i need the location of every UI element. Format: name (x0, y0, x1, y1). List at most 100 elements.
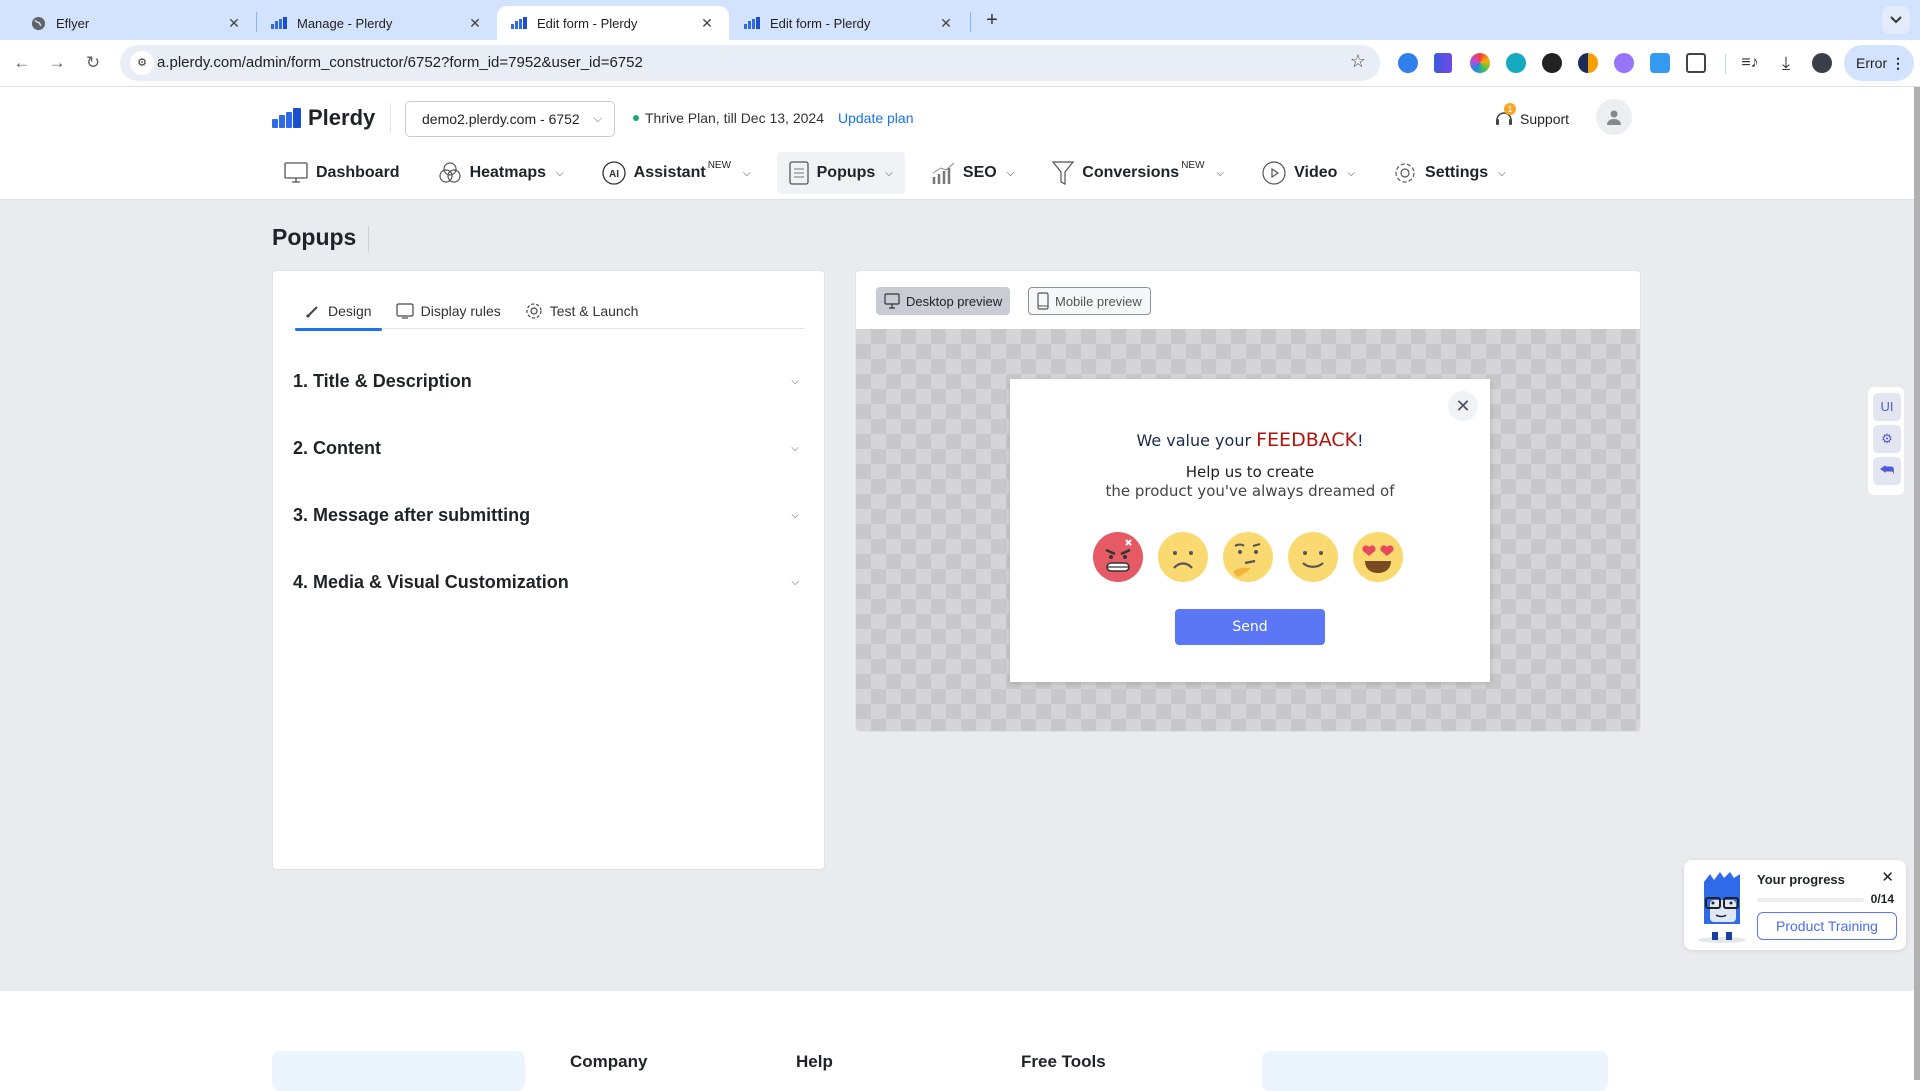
plerdy-icon (271, 15, 287, 31)
ui-button[interactable]: UI (1873, 393, 1901, 421)
plerdy-extension-icon[interactable] (1434, 53, 1452, 73)
send-button[interactable]: Send (1175, 609, 1325, 645)
reload-button[interactable]: ↻ (79, 49, 107, 77)
chart-icon (931, 161, 955, 185)
browser-tab-active[interactable]: Edit form - Plerdy ✕ (497, 6, 729, 40)
close-icon[interactable]: ✕ (1448, 391, 1478, 421)
thinking-emoji-icon[interactable] (1223, 532, 1273, 582)
product-training-button[interactable]: Product Training (1757, 912, 1897, 940)
nav-seo[interactable]: SEO ⌵ (919, 152, 1026, 194)
extension-icon[interactable] (1578, 53, 1598, 73)
update-plan-link[interactable]: Update plan (838, 110, 914, 126)
support-badge: 1 (1504, 103, 1516, 115)
tab-test-launch[interactable]: Test & Launch (515, 293, 649, 329)
profile-avatar[interactable] (1812, 53, 1832, 73)
nav-assistant[interactable]: AI Assistant NEW ⌵ (590, 152, 763, 194)
browser-error-button[interactable]: Error ⋮ (1844, 45, 1914, 81)
close-tab-icon[interactable]: ✕ (699, 15, 715, 32)
mobile-icon (1037, 292, 1049, 310)
document-icon (788, 161, 809, 185)
floating-toolbar: UI ⚙ ⮪ (1868, 387, 1904, 495)
plan-status: Thrive Plan, till Dec 13, 2024 Update pl… (633, 110, 914, 126)
progress-count: 0/14 (1870, 892, 1894, 906)
browser-tab[interactable]: Eflyer ✕ (16, 6, 256, 40)
close-tab-icon[interactable]: ✕ (938, 15, 954, 32)
nav-dashboard[interactable]: Dashboard (272, 152, 412, 194)
main-nav: Dashboard Heatmaps ⌵ AI Assistant NEW ⌵ … (272, 150, 1532, 196)
nav-popups[interactable]: Popups ⌵ (776, 152, 905, 194)
new-badge: NEW (707, 159, 732, 171)
tab-title: Edit form - Plerdy (770, 15, 871, 31)
funnel-icon (1052, 161, 1075, 185)
site-info-icon[interactable]: ⚙ (130, 51, 154, 75)
drop-extension-icon[interactable] (1614, 53, 1634, 73)
smile-emoji-icon[interactable] (1288, 532, 1338, 582)
plerdy-logo[interactable]: Plerdy (272, 105, 375, 131)
back-button[interactable]: ← (8, 49, 36, 77)
address-bar[interactable]: ⚙ a.plerdy.com/admin/form_constructor/67… (120, 45, 1380, 81)
chevron-down-icon: ⌵ (556, 167, 564, 179)
desktop-icon (884, 293, 900, 309)
desktop-preview-button[interactable]: Desktop preview (876, 287, 1011, 315)
close-tab-icon[interactable]: ✕ (467, 15, 483, 32)
app-header: Plerdy demo2.plerdy.com - 6752 ⌵ Thrive … (0, 87, 1914, 200)
svg-text:AI: AI (609, 169, 619, 180)
plerdy-logo-icon (272, 108, 301, 128)
color-extension-icon[interactable] (1470, 53, 1490, 73)
nav-settings[interactable]: Settings ⌵ (1381, 152, 1518, 194)
mobile-preview-button[interactable]: Mobile preview (1028, 287, 1151, 315)
settings-gear-icon[interactable]: ⚙ (1873, 425, 1901, 453)
footer-card (1262, 1051, 1608, 1091)
user-avatar[interactable] (1596, 99, 1632, 135)
new-tab-button[interactable]: + (978, 8, 1006, 32)
browser-tab[interactable]: Manage - Plerdy ✕ (257, 6, 497, 40)
chevron-down-icon: ⌵ (1347, 167, 1356, 179)
site-selector[interactable]: demo2.plerdy.com - 6752 ⌵ (405, 101, 615, 137)
footer: Company Help Free Tools (0, 991, 1914, 1091)
nav-heatmaps[interactable]: Heatmaps ⌵ (426, 152, 576, 194)
extensions-puzzle-icon[interactable] (1686, 53, 1706, 73)
url-text[interactable]: a.plerdy.com/admin/form_constructor/6752… (157, 54, 643, 71)
status-dot (633, 115, 639, 121)
forward-button[interactable]: → (43, 49, 71, 77)
tab-design[interactable]: Design (295, 293, 382, 331)
editor-tabs: Design Display rules Test & Launch (295, 293, 805, 331)
gear-icon (1393, 161, 1417, 185)
close-tab-icon[interactable]: ✕ (226, 15, 242, 32)
monitor-icon (284, 162, 308, 184)
globe-icon (30, 15, 46, 31)
section-media-visual[interactable]: 4. Media & Visual Customization ⌵ (293, 562, 805, 602)
section-title-description[interactable]: 1. Title & Description ⌵ (293, 361, 805, 401)
download-icon[interactable]: ⤓ (1776, 53, 1796, 73)
ai-icon: AI (602, 161, 626, 185)
section-content[interactable]: 2. Content ⌵ (293, 428, 805, 468)
heart-eyes-emoji-icon[interactable] (1353, 532, 1403, 582)
browser-tab[interactable]: Edit form - Plerdy ✕ (730, 6, 968, 40)
close-icon[interactable]: ✕ (1881, 868, 1894, 886)
plerdy-icon (744, 15, 760, 31)
bookmark-star-icon[interactable]: ☆ (1350, 51, 1366, 72)
nav-video[interactable]: Video ⌵ (1250, 152, 1367, 194)
media-control-icon[interactable]: ≡♪ (1740, 53, 1760, 73)
tag-extension-icon[interactable] (1650, 53, 1670, 73)
chevron-down-icon: ⌵ (743, 167, 751, 179)
page-scrollbar[interactable] (1914, 87, 1920, 1080)
wappalyzer-icon[interactable] (1542, 53, 1562, 73)
angry-emoji-icon[interactable] (1093, 532, 1143, 582)
reply-all-icon[interactable]: ⮪ (1873, 457, 1901, 485)
main-content: Popups Design Display rules Test & Launc… (0, 200, 1914, 991)
sad-emoji-icon[interactable] (1158, 532, 1208, 582)
extension-icon[interactable] (1398, 53, 1418, 73)
page-title: Popups (272, 224, 357, 250)
support-button[interactable]: 1 Support (1494, 103, 1569, 129)
play-icon (1262, 161, 1286, 185)
nav-conversions[interactable]: Conversions NEW ⌵ (1040, 152, 1236, 194)
section-message-after-submitting[interactable]: 3. Message after submitting ⌵ (293, 495, 805, 535)
grammarly-icon[interactable] (1506, 53, 1526, 73)
tab-search-button[interactable] (1882, 6, 1910, 34)
chevron-down-icon: ⌵ (791, 375, 799, 387)
progress-bar (1757, 898, 1864, 902)
tab-display-rules[interactable]: Display rules (386, 293, 511, 329)
brush-icon (305, 303, 321, 319)
footer-heading-company: Company (570, 1052, 648, 1071)
